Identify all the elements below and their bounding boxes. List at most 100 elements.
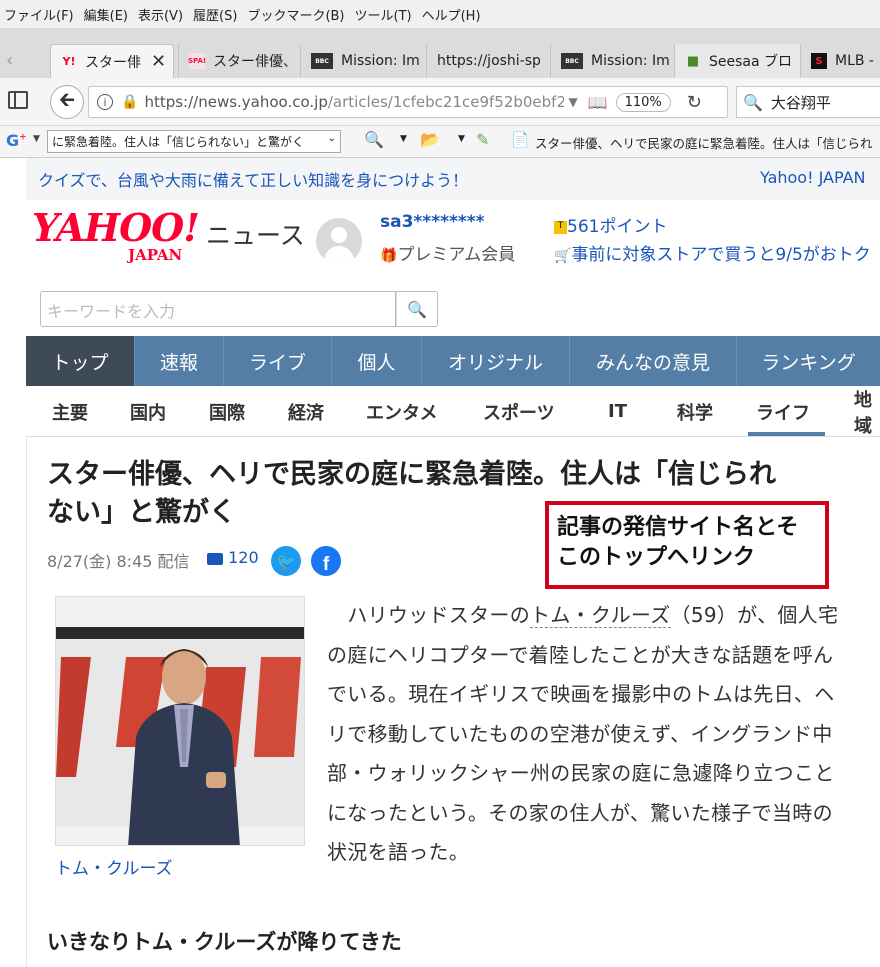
premium-member[interactable]: 🎁プレミアム会員 xyxy=(380,240,515,265)
url-dropdown-icon[interactable]: ▼ xyxy=(568,95,577,109)
menu-view[interactable]: 表示(V) xyxy=(138,5,183,24)
nav-top[interactable]: トップ xyxy=(26,336,135,386)
cat-sports[interactable]: スポーツ xyxy=(483,399,555,425)
menu-bookmarks[interactable]: ブックマーク(B) xyxy=(247,5,344,24)
article-photo[interactable] xyxy=(55,596,305,846)
cat-life[interactable]: ライフ xyxy=(756,399,810,425)
url-bar[interactable]: i 🔒 https://news.yahoo.co.jp/articles/1c… xyxy=(88,86,728,118)
points-link[interactable]: T 561ポイント xyxy=(554,212,667,237)
tab-seesaa[interactable]: ■ Seesaa ブロ xyxy=(674,44,800,78)
tab-scroll-left-icon[interactable]: ‹ xyxy=(6,50,13,71)
tab-bbc-1[interactable]: BBC Mission: Im xyxy=(300,44,426,78)
mlb-favicon-icon: S xyxy=(811,53,827,69)
lock-icon: 🔒 xyxy=(121,94,139,110)
twitter-share-button[interactable]: 🐦 xyxy=(271,546,301,576)
spa-favicon-icon: SPA! xyxy=(188,53,206,69)
magnifier-icon[interactable]: 🔍 xyxy=(364,130,384,149)
bbc-favicon-icon: BBC xyxy=(561,53,583,69)
bookmark-dropdown[interactable]: に緊急着陸。住人は「信じられない」と驚がく ⌄ xyxy=(47,130,341,153)
cat-science[interactable]: 科学 xyxy=(677,399,713,425)
keyword-search-button[interactable]: 🔍 xyxy=(396,291,438,327)
reader-view-icon[interactable]: 📖 xyxy=(588,93,608,112)
nav-original[interactable]: オリジナル xyxy=(422,336,570,386)
cat-entertainment[interactable]: エンタメ xyxy=(366,399,437,425)
url-text: https://news.yahoo.co.jp/articles/1cfebc… xyxy=(144,93,565,111)
menu-help[interactable]: ヘルプ(H) xyxy=(422,5,481,24)
notice-link[interactable]: クイズで、台風や大雨に備えて正しい知識を身につけよう！ xyxy=(38,167,468,191)
pen-icon[interactable]: ✎ xyxy=(476,130,489,149)
browser-search-box[interactable]: 🔍 大谷翔平 xyxy=(736,86,880,118)
back-arrow-icon: 🡰 xyxy=(58,87,76,111)
cat-international[interactable]: 国際 xyxy=(209,399,245,425)
promo-link[interactable]: 🛒事前に対象ストアで買うと9/5がおトク xyxy=(554,240,871,265)
facebook-icon: f xyxy=(322,554,330,575)
nav-ranking[interactable]: ランキング xyxy=(737,336,880,386)
tom-cruise-link[interactable]: トム・クルーズ xyxy=(530,603,671,628)
bookmark-item[interactable]: スター俳優、ヘリで民家の庭に緊急着陸。住人は「信じられ xyxy=(535,133,873,152)
menu-edit[interactable]: 編集(E) xyxy=(84,5,128,24)
annotation-box: 記事の発信サイト名とそこのトップへリンク xyxy=(545,501,829,589)
search-icon: 🔍 xyxy=(407,299,427,319)
tab-close-icon[interactable]: ✕ xyxy=(151,51,166,72)
browser-search-text: 大谷翔平 xyxy=(770,93,831,112)
avatar[interactable] xyxy=(316,218,362,264)
twitter-bird-icon: 🐦 xyxy=(276,551,296,571)
cat-region[interactable]: 地域 xyxy=(854,386,880,438)
google-icon[interactable]: G+ xyxy=(6,131,27,150)
cart-icon: 🛒 xyxy=(554,248,572,264)
menu-file[interactable]: ファイル(F) xyxy=(4,5,74,24)
article-date: 8/27(金) 8:45 配信 xyxy=(47,552,190,571)
bbc-favicon-icon: BBC xyxy=(311,53,333,69)
book-favicon-icon: ■ xyxy=(686,53,700,69)
tom-cruise-photo xyxy=(56,597,304,845)
article-body: ハリウッドスターのトム・クルーズ（59）が、個人宅の庭にヘリコプターで着陸したこ… xyxy=(327,603,839,864)
menu-tools[interactable]: ツール(T) xyxy=(355,5,412,24)
dropdown-arrow-icon[interactable]: ▼ xyxy=(400,134,407,144)
tab-mlb[interactable]: S MLB - xyxy=(800,44,880,78)
menu-history[interactable]: 履歴(S) xyxy=(193,5,237,24)
cat-it[interactable]: IT xyxy=(608,401,627,422)
facebook-share-button[interactable]: f xyxy=(311,546,341,576)
nav-individual[interactable]: 個人 xyxy=(332,336,422,386)
active-tab-indicator xyxy=(748,432,825,436)
cat-economy[interactable]: 経済 xyxy=(288,399,324,425)
points-icon: T xyxy=(554,220,567,234)
cat-main[interactable]: 主要 xyxy=(52,399,88,425)
dropdown-arrow-icon[interactable]: ▼ xyxy=(33,134,40,144)
chevron-down-icon: ⌄ xyxy=(327,133,336,144)
yahoo-favicon-icon: Y! xyxy=(62,55,76,68)
cat-domestic[interactable]: 国内 xyxy=(130,399,166,425)
navigation-bar: 🡰 i 🔒 https://news.yahoo.co.jp/articles/… xyxy=(0,78,880,126)
section-title[interactable]: ニュース xyxy=(206,216,305,252)
dropdown-arrow-icon[interactable]: ▼ xyxy=(458,134,465,144)
nav-flash[interactable]: 速報 xyxy=(135,336,224,386)
category-nav: 主要 国内 国際 経済 エンタメ スポーツ IT 科学 ライフ 地域 xyxy=(26,387,880,437)
yahoo-logo[interactable]: YAHOO! JAPAN xyxy=(32,208,200,265)
sidebar-toggle-icon[interactable] xyxy=(8,91,28,109)
photo-caption-link[interactable]: トム・クルーズ xyxy=(55,854,173,879)
notice-bar: クイズで、台風や大雨に備えて正しい知識を身につけよう！ Yahoo! JAPAN xyxy=(26,158,880,200)
tab-yahoo-article[interactable]: Y! スター俳 ✕ xyxy=(50,44,174,78)
tab-spa[interactable]: SPA! スター俳優、 xyxy=(178,44,300,78)
reload-icon[interactable]: ↻ xyxy=(687,92,702,113)
main-nav: トップ 速報 ライブ 個人 オリジナル みんなの意見 ランキング xyxy=(26,336,880,386)
article-subheading: いきなりトム・クルーズが降りてきた xyxy=(47,930,402,954)
keyword-search: キーワードを入力 🔍 xyxy=(40,291,438,327)
username[interactable]: sa3******** xyxy=(380,212,485,232)
info-icon[interactable]: i xyxy=(97,94,113,110)
tab-bbc-2[interactable]: BBC Mission: Im xyxy=(550,44,674,78)
gift-icon: 🎁 xyxy=(380,248,398,264)
zoom-level-button[interactable]: 110% xyxy=(615,92,671,112)
back-button[interactable]: 🡰 xyxy=(50,85,84,119)
page-icon: 📄 xyxy=(511,131,530,149)
yahoo-japan-link[interactable]: Yahoo! JAPAN xyxy=(760,168,866,187)
keyword-input[interactable]: キーワードを入力 xyxy=(40,291,396,327)
menu-bar: ファイル(F) 編集(E) 表示(V) 履歴(S) ブックマーク(B) ツール(… xyxy=(0,0,880,28)
comments-link[interactable]: 120 xyxy=(207,548,259,567)
folder-icon[interactable]: 📂 xyxy=(420,130,440,149)
tab-joshi[interactable]: https://joshi-sp xyxy=(426,44,550,78)
nav-live[interactable]: ライブ xyxy=(224,336,332,386)
bookmarks-toolbar: G+ ▼ に緊急着陸。住人は「信じられない」と驚がく ⌄ 🔍 ▼ 📂 ▼ ✎ 📄… xyxy=(0,126,880,158)
comment-icon xyxy=(207,552,223,565)
nav-opinions[interactable]: みんなの意見 xyxy=(570,336,737,386)
